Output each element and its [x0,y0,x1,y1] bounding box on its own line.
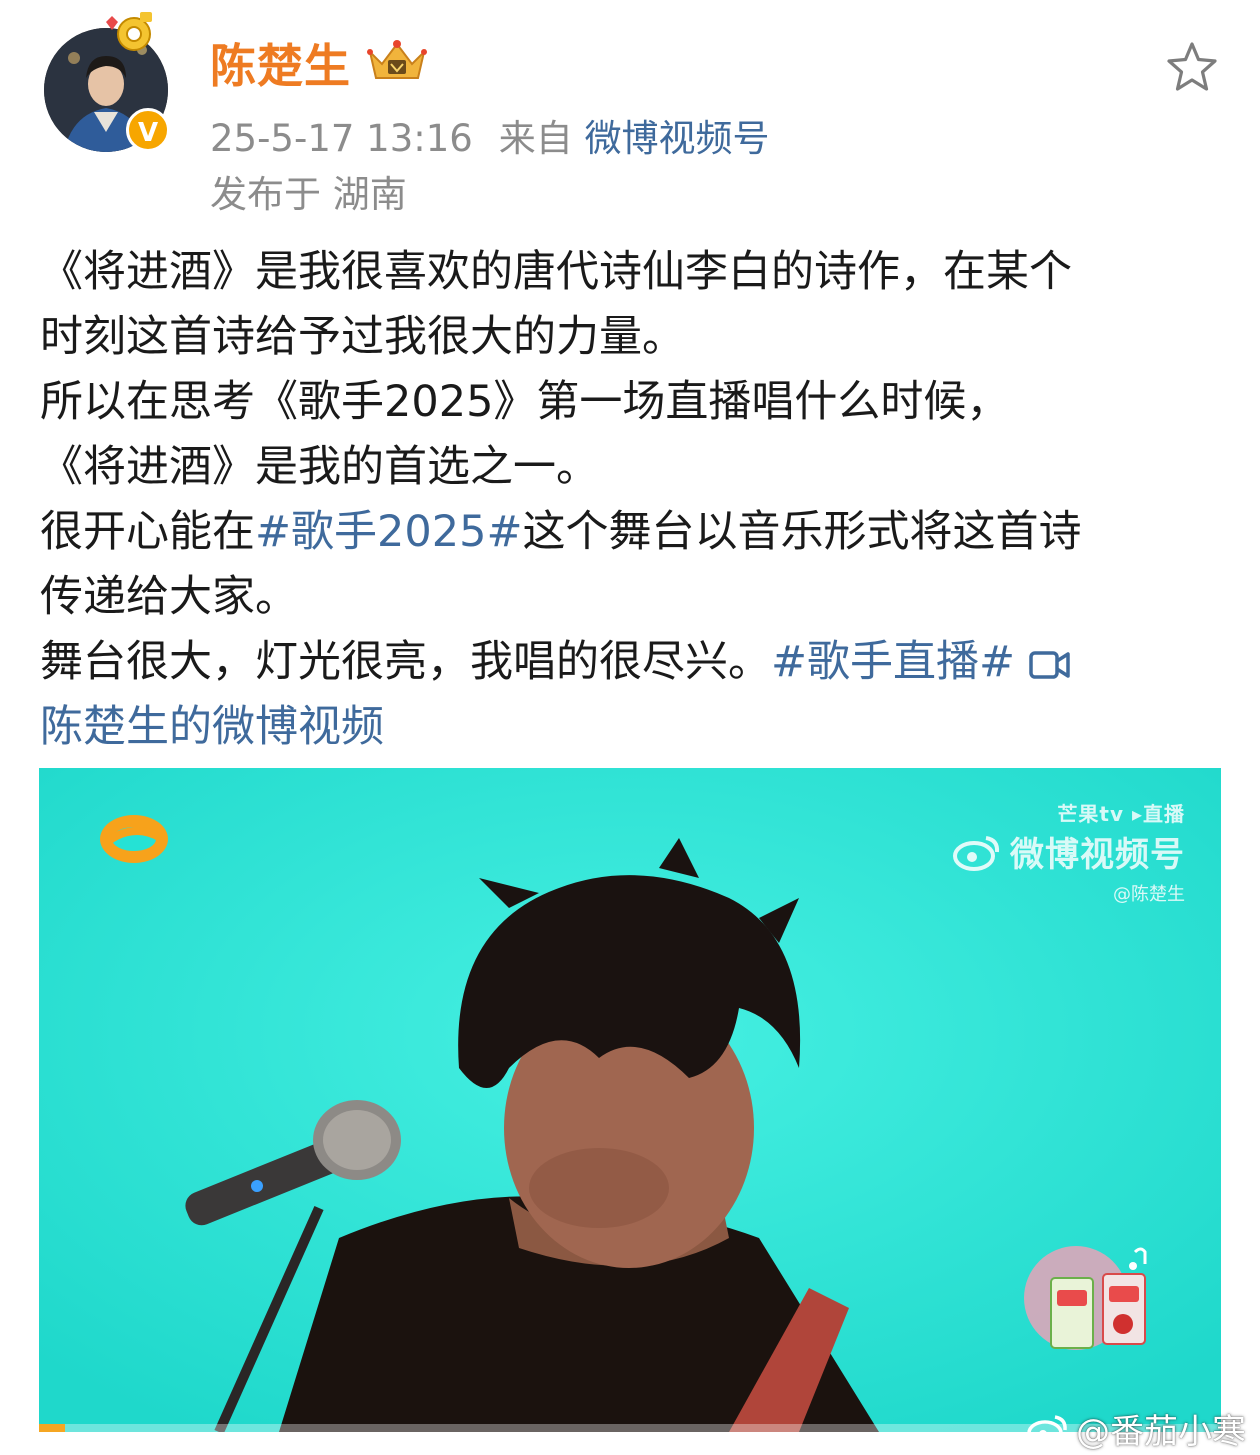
hashtag-link[interactable]: #歌手直播# [771,637,1015,687]
text-line: 时刻这首诗给予过我很大的力量。 [40,312,685,362]
text-line: 《将进酒》是我的首选之一。 [40,442,599,492]
source-prefix: 来自 [498,117,573,160]
text-line: 舞台很大，灯光很亮，我唱的很尽兴。#歌手直播# [40,630,1230,695]
video-link[interactable]: 陈楚生的微博视频 [40,695,1230,760]
post-meta: 25-5-17 13:16 来自 微博视频号 [210,108,770,162]
post-body: 《将进酒》是我很喜欢的唐代诗仙李白的诗作，在某个 时刻这首诗给予过我很大的力量。… [40,240,1230,760]
video-watermark: 芒果tv ▸直播 微博视频号 @陈楚生 [952,798,1185,906]
weibo-logo-icon [1027,1414,1067,1446]
hashtag-link[interactable]: #歌手2025# [255,507,523,557]
sponsor-product-icon [1024,1246,1147,1350]
verified-v-badge-icon: V [126,108,170,152]
text-segment: 舞台很大，灯光很亮，我唱的很尽兴。 [40,637,771,687]
star-outline-icon[interactable] [1164,40,1220,94]
source-link[interactable]: 微博视频号 [585,117,770,160]
watermark-main-text: 微博视频号 [1010,835,1185,875]
text-line: 传递给大家。 [40,572,298,622]
location-label: 发布于 湖南 [210,173,407,216]
username[interactable]: 陈楚生 [210,30,351,96]
weibo-logo-icon [953,835,1000,871]
video-progress-fill [39,1424,65,1432]
text-line: 《将进酒》是我很喜欢的唐代诗仙李白的诗作，在某个 [40,247,1072,297]
repost-watermark: @番茄小寒 [1026,1404,1246,1453]
hunan-tv-logo-icon [100,815,168,863]
text-segment: 这个舞台以音乐形式将这首诗 [522,507,1082,557]
video-player[interactable]: 芒果tv ▸直播 微博视频号 @陈楚生 [39,768,1221,1432]
avatar-decoration-icon [106,12,152,51]
text-line: 所以在思考《歌手2025》第一场直播唱什么时候， [40,377,1010,427]
video-camera-icon[interactable] [1029,648,1071,682]
repost-watermark-text: @番茄小寒 [1076,1412,1246,1452]
watermark-top: 芒果tv ▸直播 [1057,802,1185,826]
watermark-main: 微博视频号 [952,827,1185,876]
watermark-handle: @陈楚生 [1113,884,1185,905]
post-header: V 陈楚生 25-5-17 13:16 来自 微博视频号 发布于 湖南 [0,0,1260,230]
vip-crown-icon[interactable] [366,38,428,84]
timestamp: 25-5-17 13:16 [210,117,473,160]
text-line: 很开心能在#歌手2025#这个舞台以音乐形式将这首诗 [40,500,1230,565]
text-segment: 很开心能在 [40,507,255,557]
